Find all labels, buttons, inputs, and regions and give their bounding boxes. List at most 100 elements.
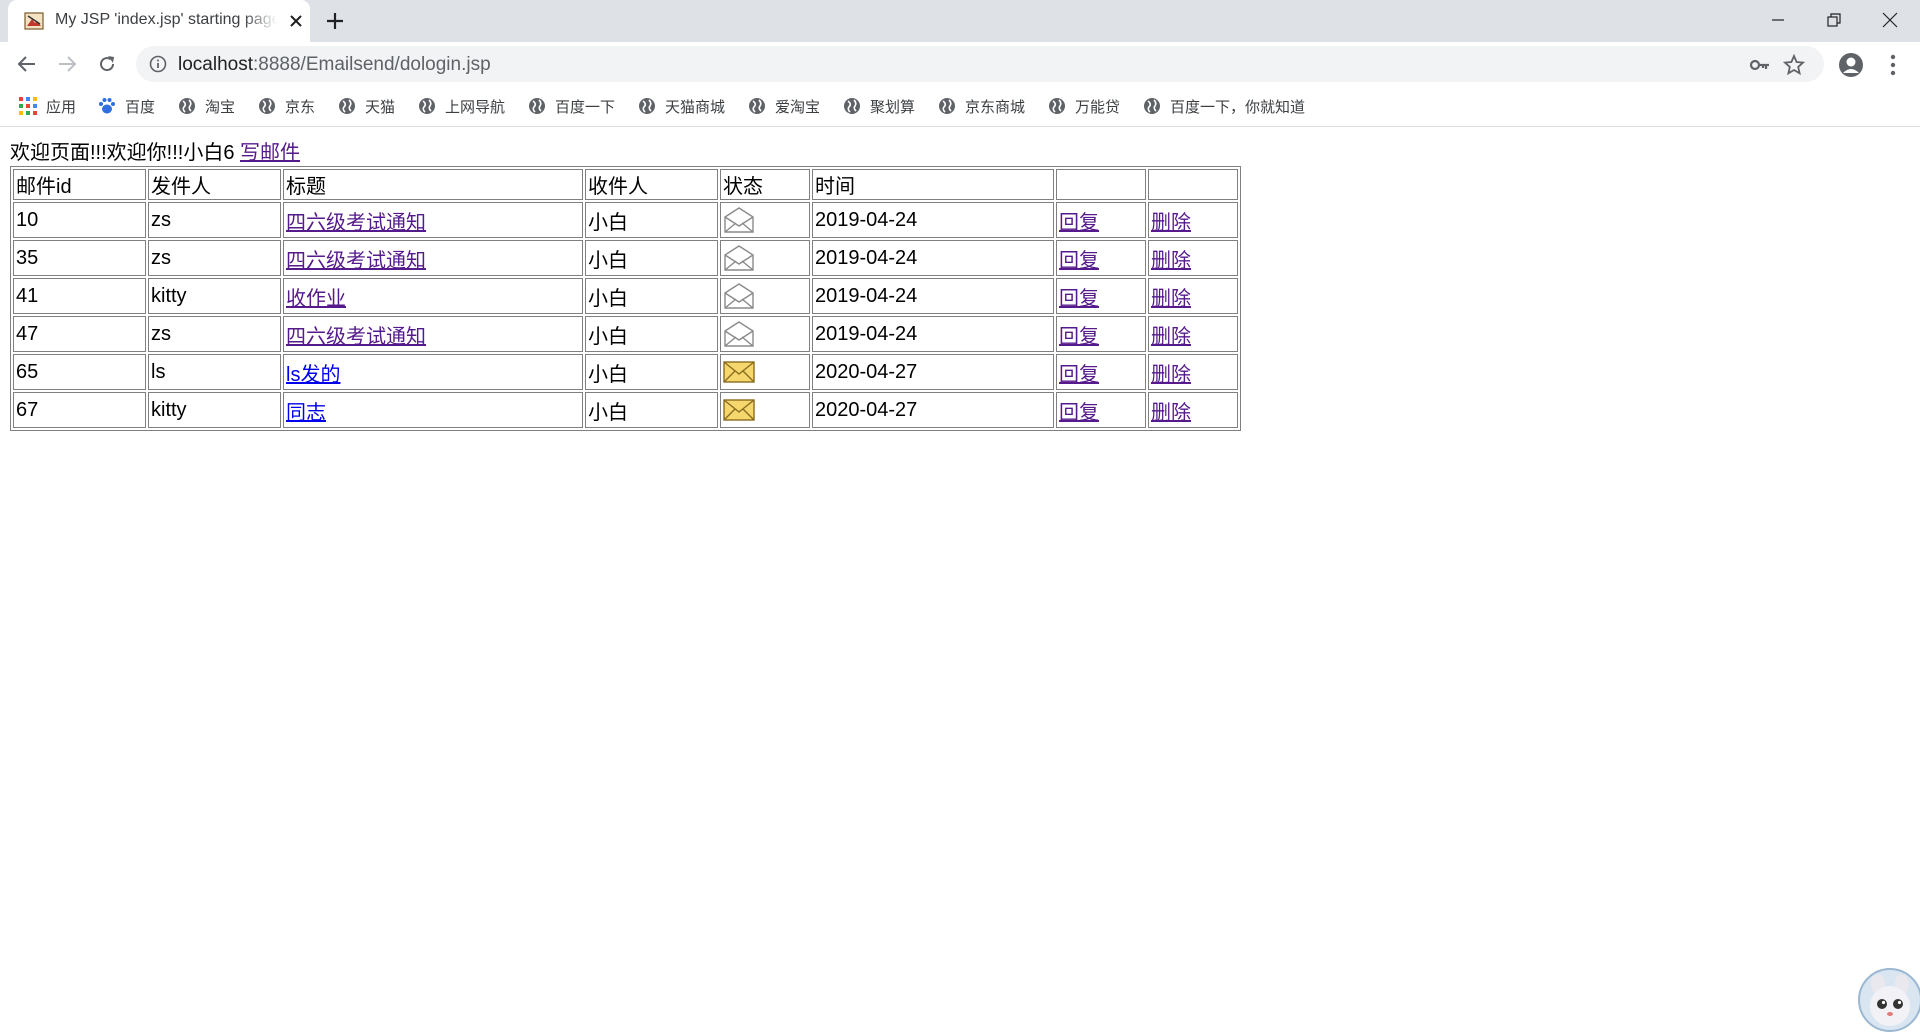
minimize-button[interactable]: [1750, 0, 1806, 40]
mail-title-link[interactable]: 同志: [286, 402, 326, 424]
delete-link[interactable]: 删除: [1151, 288, 1191, 310]
bookmark-juhuasuan[interactable]: 聚划算: [843, 95, 915, 117]
sender-cell: ls: [148, 354, 281, 390]
mail-title-link[interactable]: 收作业: [286, 288, 346, 310]
sender-cell: kitty: [148, 392, 281, 428]
bookmark-wannengdai[interactable]: 万能贷: [1048, 95, 1120, 117]
reply-cell: 回复: [1056, 202, 1146, 238]
reply-cell: 回复: [1056, 392, 1146, 428]
close-window-icon: [1882, 12, 1898, 28]
bookmark-label: 淘宝: [205, 98, 236, 116]
bookmark-jd[interactable]: 京东: [258, 95, 315, 117]
title-cell: 四六级考试通知: [283, 316, 583, 352]
bookmark-baidu[interactable]: 百度: [98, 95, 155, 117]
url-host: localhost: [178, 54, 253, 75]
browser-menu-icon[interactable]: [1882, 52, 1904, 78]
time-cell: 2020-04-27: [812, 392, 1054, 428]
address-bar[interactable]: localhost:8888/Emailsend/dologin.jsp: [136, 46, 1824, 82]
reply-cell: 回复: [1056, 354, 1146, 390]
welcome-line: 欢迎页面!!!欢迎你!!!小白6 写邮件: [10, 140, 1241, 166]
read-envelope-icon: [724, 245, 754, 271]
delete-cell: 删除: [1148, 240, 1238, 276]
mail-title-link[interactable]: 四六级考试通知: [286, 212, 426, 234]
minimize-icon: [1772, 19, 1784, 21]
site-info-icon[interactable]: [149, 55, 167, 73]
mail-table: 邮件id 发件人 标题 收件人 状态 时间 10 zs 四六级考试通知 小白 2…: [10, 166, 1241, 431]
bookmark-apps[interactable]: 应用: [19, 95, 76, 117]
receiver-cell: 小白: [585, 202, 718, 238]
bookmark-label: 天猫: [365, 98, 396, 116]
column-header: 收件人: [585, 169, 718, 200]
sender-cell: kitty: [148, 278, 281, 314]
back-button[interactable]: [14, 51, 40, 77]
bookmark-baidu-search[interactable]: 百度一下: [528, 95, 615, 117]
mail-title-link[interactable]: 四六级考试通知: [286, 250, 426, 272]
delete-cell: 删除: [1148, 202, 1238, 238]
reply-link[interactable]: 回复: [1059, 250, 1099, 272]
reply-link[interactable]: 回复: [1059, 364, 1099, 386]
globe-icon: [339, 98, 355, 114]
bookmark-tmall[interactable]: 天猫: [338, 95, 395, 117]
delete-cell: 删除: [1148, 354, 1238, 390]
close-window-button[interactable]: [1862, 0, 1918, 40]
mail-title-link[interactable]: ls发的: [286, 364, 340, 386]
close-tab-icon[interactable]: [288, 13, 304, 29]
receiver-cell: 小白: [585, 392, 718, 428]
new-tab-icon[interactable]: [325, 11, 345, 31]
reply-link[interactable]: 回复: [1059, 212, 1099, 234]
read-envelope-icon: [724, 283, 754, 309]
bookmark-tmall-mall[interactable]: 天猫商城: [638, 95, 725, 117]
delete-link[interactable]: 删除: [1151, 402, 1191, 424]
sender-cell: zs: [148, 316, 281, 352]
bookmark-taobao[interactable]: 淘宝: [178, 95, 235, 117]
bookmark-nav[interactable]: 上网导航: [418, 95, 505, 117]
unread-envelope-icon: [723, 361, 755, 383]
receiver-cell: 小白: [585, 354, 718, 390]
column-header: 标题: [283, 169, 583, 200]
profile-avatar-icon[interactable]: [1838, 52, 1864, 78]
globe-icon: [1144, 98, 1160, 114]
browser-toolbar: localhost:8888/Emailsend/dologin.jsp: [0, 42, 1920, 86]
reply-link[interactable]: 回复: [1059, 402, 1099, 424]
mail-title-link[interactable]: 四六级考试通知: [286, 326, 426, 348]
baidu-paw-icon: [99, 98, 115, 114]
floating-assistant-avatar[interactable]: [1858, 968, 1920, 1032]
globe-icon: [179, 98, 195, 114]
forward-arrow-icon: [59, 56, 77, 72]
delete-link[interactable]: 删除: [1151, 250, 1191, 272]
bookmark-aitaobao[interactable]: 爱淘宝: [748, 95, 820, 117]
delete-link[interactable]: 删除: [1151, 212, 1191, 234]
bookmark-baidu-home[interactable]: 百度一下，你就知道: [1143, 95, 1305, 117]
column-header: [1148, 169, 1238, 200]
reply-link[interactable]: 回复: [1059, 326, 1099, 348]
forward-button[interactable]: [54, 51, 80, 77]
reply-link[interactable]: 回复: [1059, 288, 1099, 310]
write-email-link[interactable]: 写邮件: [240, 142, 300, 164]
globe-icon: [1049, 98, 1065, 114]
bookmark-jd-mall[interactable]: 京东商城: [938, 95, 1025, 117]
sender-cell: zs: [148, 202, 281, 238]
url-text[interactable]: localhost:8888/Emailsend/dologin.jsp: [178, 54, 491, 76]
browser-tab[interactable]: My JSP 'index.jsp' starting page: [8, 0, 310, 42]
page-content: 欢迎页面!!!欢迎你!!!小白6 写邮件 邮件id 发件人 标题 收件人 状态 …: [10, 140, 1241, 431]
bookmark-star-icon[interactable]: [1783, 54, 1805, 76]
mail-id-cell: 10: [13, 202, 146, 238]
bookmark-label: 百度: [125, 98, 156, 116]
back-arrow-icon: [17, 56, 35, 72]
reload-icon: [100, 56, 115, 72]
mail-id-cell: 67: [13, 392, 146, 428]
globe-icon: [259, 98, 275, 114]
key-icon[interactable]: [1749, 54, 1771, 76]
globe-icon: [844, 98, 860, 114]
reload-button[interactable]: [94, 51, 120, 77]
unread-envelope-icon: [723, 399, 755, 421]
status-cell: [720, 240, 810, 276]
delete-link[interactable]: 删除: [1151, 364, 1191, 386]
bookmark-label: 万能贷: [1075, 98, 1121, 116]
apps-grid-icon: [19, 97, 37, 115]
bookmark-label: 百度一下，你就知道: [1170, 98, 1306, 116]
welcome-text: 欢迎页面!!!欢迎你!!!小白6: [10, 142, 235, 164]
status-cell: [720, 354, 810, 390]
restore-button[interactable]: [1806, 0, 1862, 40]
delete-link[interactable]: 删除: [1151, 326, 1191, 348]
